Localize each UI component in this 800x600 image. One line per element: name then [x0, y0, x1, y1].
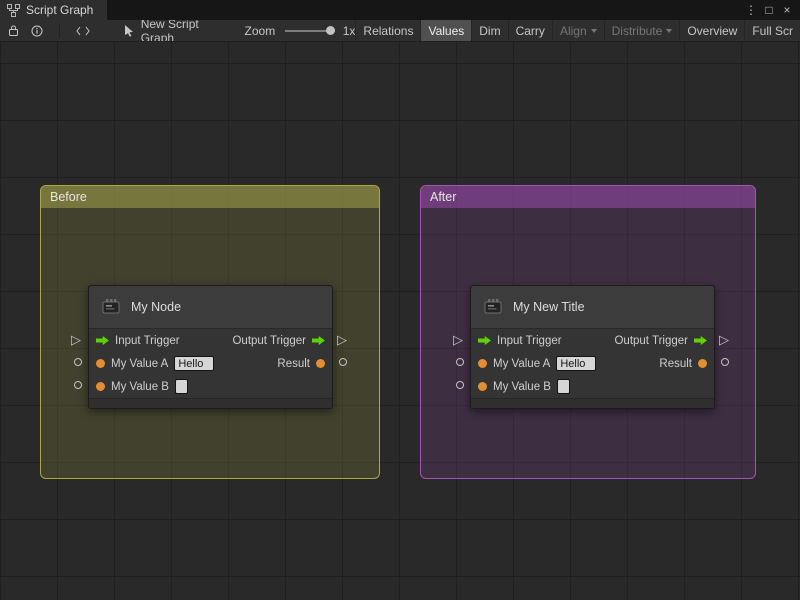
node-title: My Node — [131, 300, 182, 314]
value-b-label: My Value B — [111, 380, 169, 393]
script-machine-icon — [100, 296, 122, 318]
info-icon[interactable] — [31, 25, 43, 37]
dim-button[interactable]: Dim — [471, 20, 507, 41]
lock-icon[interactable] — [8, 24, 19, 37]
value-a-port-icon[interactable] — [478, 359, 487, 368]
script-graph-tab-icon — [7, 3, 20, 17]
overview-button[interactable]: Overview — [679, 20, 744, 41]
group-before-label[interactable]: Before — [41, 186, 379, 208]
node-header[interactable]: My Node — [89, 286, 332, 329]
toolbar-buttons: Relations Values Dim Carry Align Distrib… — [355, 20, 800, 41]
value-a-input[interactable] — [174, 356, 215, 371]
output-trigger-label: Output Trigger — [614, 334, 688, 347]
node-header[interactable]: My New Title — [471, 286, 714, 329]
ext-value-b-port[interactable] — [456, 381, 464, 389]
ext-input-trigger-port[interactable] — [71, 333, 84, 347]
code-view-icon[interactable] — [76, 26, 90, 36]
value-a-row: My Value A Result — [89, 352, 332, 375]
align-button[interactable]: Align — [551, 20, 604, 41]
node-body: Input Trigger Output Trigger My Value A … — [89, 329, 332, 398]
value-b-input[interactable] — [174, 379, 188, 394]
script-graph-window: Script Graph ⋮ □ × New Script Graph Zoom — [0, 0, 800, 600]
flow-output-port-icon[interactable] — [312, 336, 325, 345]
toolbar: New Script Graph Zoom 1x Relations Value… — [0, 20, 800, 42]
flow-output-port-icon[interactable] — [694, 336, 707, 345]
flow-input-port-icon[interactable] — [96, 336, 109, 345]
distribute-button[interactable]: Distribute — [603, 20, 680, 41]
flow-input-port-icon[interactable] — [478, 336, 491, 345]
graph-pointer-icon — [124, 24, 135, 37]
ext-value-a-port[interactable] — [456, 358, 464, 366]
group-after-label[interactable]: After — [421, 186, 755, 208]
zoom-value: 1x — [342, 23, 356, 38]
fullscreen-button[interactable]: Full Scr — [744, 20, 800, 41]
value-b-port-icon[interactable] — [478, 382, 487, 391]
value-b-port-icon[interactable] — [96, 382, 105, 391]
tab-title: Script Graph — [26, 3, 94, 17]
result-port-icon[interactable] — [698, 359, 707, 368]
tab-bar: Script Graph ⋮ □ × — [0, 0, 800, 20]
node-before[interactable]: My Node Input Trigger Output Trigger My … — [74, 285, 347, 409]
node-after[interactable]: My New Title Input Trigger Output Trigge… — [456, 285, 729, 409]
result-label: Result — [659, 357, 692, 370]
maximize-icon[interactable]: □ — [761, 1, 777, 19]
node-footer — [471, 398, 714, 408]
script-machine-icon — [482, 296, 504, 318]
node-title: My New Title — [513, 300, 585, 314]
result-port-icon[interactable] — [316, 359, 325, 368]
graph-name: New Script Graph — [140, 20, 199, 42]
value-a-label: My Value A — [111, 357, 169, 370]
value-b-row: My Value B — [89, 375, 332, 398]
value-a-input[interactable] — [556, 356, 597, 371]
zoom-slider[interactable] — [285, 25, 335, 37]
separator — [59, 23, 60, 38]
ext-value-a-port[interactable] — [74, 358, 82, 366]
trigger-row: Input Trigger Output Trigger — [89, 329, 332, 352]
chevron-down-icon — [666, 28, 673, 33]
ext-result-port[interactable] — [721, 358, 729, 366]
kebab-menu-icon[interactable]: ⋮ — [743, 1, 759, 19]
value-b-label: My Value B — [493, 380, 551, 393]
result-label: Result — [277, 357, 310, 370]
input-trigger-label: Input Trigger — [115, 334, 180, 347]
graph-selector[interactable]: New Script Graph — [124, 20, 201, 42]
chevron-down-icon — [590, 28, 597, 33]
window-controls: ⋮ □ × — [743, 0, 800, 20]
value-b-input[interactable] — [556, 379, 570, 394]
ext-output-trigger-port[interactable] — [337, 333, 350, 347]
input-trigger-label: Input Trigger — [497, 334, 562, 347]
node-body: Input Trigger Output Trigger My Value A … — [471, 329, 714, 398]
node-footer — [89, 398, 332, 408]
value-b-row: My Value B — [471, 375, 714, 398]
values-button[interactable]: Values — [420, 20, 472, 41]
zoom-slider-handle[interactable] — [325, 26, 335, 35]
value-a-row: My Value A Result — [471, 352, 714, 375]
value-a-label: My Value A — [493, 357, 551, 370]
zoom-label: Zoom — [244, 23, 276, 38]
trigger-row: Input Trigger Output Trigger — [471, 329, 714, 352]
tab-script-graph[interactable]: Script Graph — [0, 0, 108, 20]
carry-button[interactable]: Carry — [507, 20, 552, 41]
ext-result-port[interactable] — [339, 358, 347, 366]
relations-button[interactable]: Relations — [355, 20, 420, 41]
output-trigger-label: Output Trigger — [232, 334, 306, 347]
value-a-port-icon[interactable] — [96, 359, 105, 368]
graph-canvas[interactable]: Before After My Node Input Trigger Outpu… — [0, 42, 800, 600]
ext-value-b-port[interactable] — [74, 381, 82, 389]
ext-output-trigger-port[interactable] — [719, 333, 732, 347]
ext-input-trigger-port[interactable] — [453, 333, 466, 347]
close-icon[interactable]: × — [779, 1, 795, 19]
